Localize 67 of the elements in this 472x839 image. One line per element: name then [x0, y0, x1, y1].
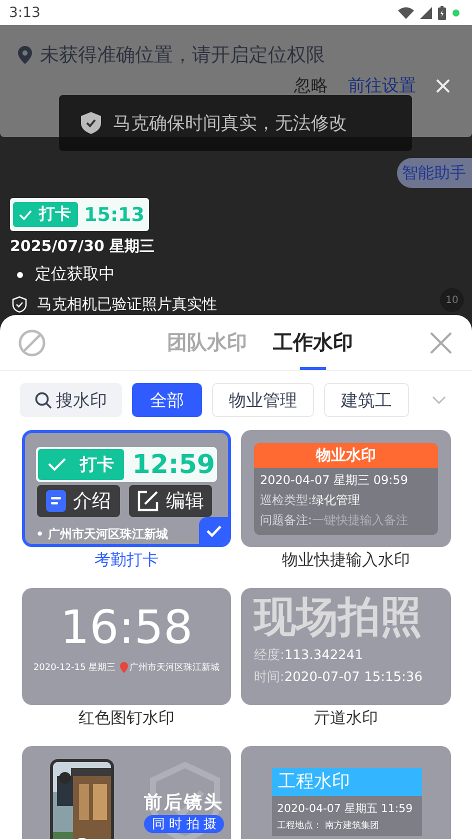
settings-button[interactable]: 前往设置 — [348, 74, 416, 97]
shield-check-icon — [12, 296, 27, 313]
notification-dot-icon — [452, 8, 460, 16]
watermark-location: 工程地点： 南方建筑集团 — [277, 820, 380, 832]
battery-icon — [438, 6, 446, 20]
ignore-button[interactable]: 忽略 — [294, 74, 328, 97]
watermark-card[interactable]: 打卡 12:59 介绍 编辑 • 广州市天河区珠江新城 — [22, 430, 231, 547]
signal-icon — [420, 6, 432, 18]
panel-title: 工程水印 — [272, 768, 422, 796]
category-chip[interactable]: 建筑工 — [324, 383, 409, 417]
field-label: 时间: — [254, 670, 284, 686]
watermark-date: 2020-04-07 星期五 11:59 — [277, 801, 414, 816]
wifi-icon — [398, 6, 414, 18]
watermark-name: 物业快捷输入水印 — [282, 550, 410, 571]
field-label: 经度: — [254, 648, 284, 664]
verification-note: 马克相机已验证照片真实性 — [37, 295, 217, 314]
clock-in-time: 15:13 — [84, 204, 146, 226]
search-watermark-button[interactable]: 搜水印 — [20, 383, 122, 417]
location-pin-icon — [120, 662, 128, 673]
shield-check-icon — [81, 112, 101, 134]
watermark-name: 考勤打卡 — [94, 550, 158, 571]
watermark-heading: 现场拍照 — [254, 592, 423, 642]
search-icon — [35, 392, 52, 408]
intro-button[interactable]: 介绍 — [37, 485, 120, 517]
check-icon — [48, 458, 66, 471]
watermark-name: 亓道水印 — [314, 708, 378, 729]
watermark-date: 2020-12-15 星期三 — [33, 662, 116, 674]
watermark-card[interactable]: 前后镜头 同 时 拍 摄 — [22, 746, 231, 839]
watermark-date: 2020-04-07 星期三 09:59 — [260, 472, 409, 489]
panel-title: 物业水印 — [254, 443, 438, 468]
category-chip[interactable]: 全部 — [132, 383, 202, 417]
location-warning: 未获得准确位置，请开启定位权限 — [40, 43, 325, 68]
toast-message: 马克确保时间真实，无法修改 — [113, 112, 347, 135]
bullet-icon — [17, 272, 23, 278]
watermark-tab[interactable]: 工作水印 — [273, 315, 353, 370]
search-label: 搜水印 — [56, 390, 107, 412]
edit-icon — [137, 490, 159, 512]
watermark-heading: 前后镜头 — [144, 791, 224, 814]
document-icon — [46, 490, 66, 512]
clock-time: 16:58 — [59, 602, 194, 653]
watermark-name: 红色图钉水印 — [78, 708, 174, 729]
chevron-down-icon[interactable] — [432, 396, 446, 404]
field-value: 绿化管理 — [312, 493, 360, 507]
watermark-location: 定位获取中 — [35, 264, 115, 285]
edit-button[interactable]: 编辑 — [129, 485, 212, 517]
watermark-location: 广州市天河区珠江新城 — [130, 662, 220, 674]
clock-time: 3:13 — [9, 4, 40, 20]
clock-in-label: 打卡 — [38, 449, 124, 480]
category-chip[interactable]: 物业管理 — [212, 383, 314, 417]
field-value: 2020-07-07 15:15:36 — [284, 670, 422, 686]
field-value: 113.342241 — [284, 648, 363, 664]
watermark-card[interactable]: 现场拍照 经度:113.342241 时间:2020-07-07 15:15:36 — [241, 588, 451, 705]
photo-count[interactable]: 10 — [440, 288, 464, 312]
field-label: 巡检类型: — [260, 493, 312, 507]
clock-in-label: 打卡 — [13, 202, 78, 227]
watermark-card[interactable]: 工程水印 2020-04-07 星期五 11:59 工程地点： 南方建筑集团 — [241, 746, 451, 839]
watermark-date: 2025/07/30 星期三 — [10, 237, 155, 256]
field-label: 问题备注: — [260, 513, 312, 527]
watermark-card[interactable]: 16:58 2020-12-15 星期三 广州市天河区珠江新城 — [22, 588, 231, 705]
clock-in-time: 12:59 — [132, 450, 215, 480]
selected-check-icon — [199, 517, 228, 544]
subtitle-tag: 同 时 拍 摄 — [144, 815, 224, 833]
close-icon[interactable] — [430, 332, 452, 354]
no-watermark-icon[interactable] — [18, 328, 46, 356]
check-icon — [19, 210, 32, 220]
watermark-location: • 广州市天河区珠江新城 — [36, 526, 168, 543]
location-pin-icon — [18, 46, 32, 64]
